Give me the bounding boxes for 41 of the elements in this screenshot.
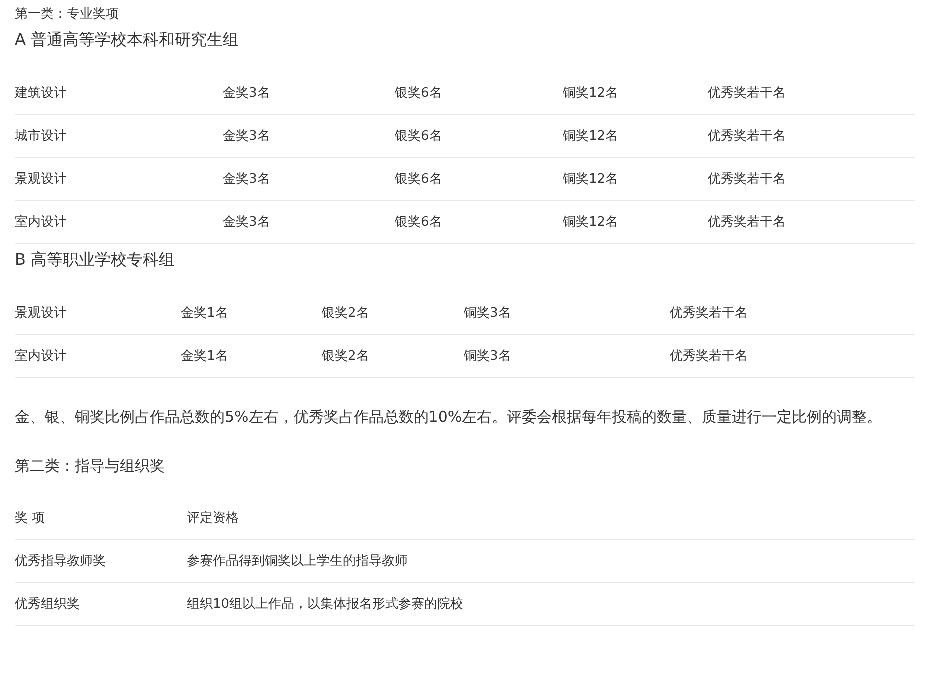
table-cell-text: 优秀奖若干名: [670, 348, 749, 365]
table-cell-text: 建筑设计: [15, 85, 68, 102]
table-cell-text: 银奖6名: [395, 85, 444, 102]
table-cell-text: 铜奖12名: [563, 171, 620, 188]
section-title: 第二类：指导与组织奖: [15, 456, 166, 477]
group-title: A 普通高等学校本科和研究生组: [15, 29, 240, 51]
note-paragraph: 金、银、铜奖比例占作品总数的5%左右，优秀奖占作品总数的10%左右。评委会根据每年投稿的数量、质量进行一定比例的调整。: [15, 407, 884, 428]
table-cell-text: 银奖6名: [395, 214, 444, 231]
table-cell-text: 景观设计: [15, 305, 68, 322]
table-cell-text: 优秀指导教师奖: [15, 553, 107, 570]
table-cell-text: 组织10组以上作品，以集体报名形式参赛的院校: [187, 596, 465, 613]
table-cell-text: 金奖3名: [223, 128, 272, 145]
section-title: 第一类：专业奖项: [15, 6, 120, 24]
table-cell-text: 金奖3名: [223, 214, 272, 231]
table-cell-text: 城市设计: [15, 128, 68, 145]
table-cell-text: 铜奖12名: [563, 85, 620, 102]
table-cell-text: 参赛作品得到铜奖以上学生的指导教师: [187, 553, 409, 570]
table-cell-text: 铜奖3名: [464, 348, 512, 365]
table-cell-text: 金奖3名: [223, 171, 272, 188]
table-cell-text: 室内设计: [15, 214, 68, 231]
column-header: 评定资格: [187, 510, 240, 527]
table-cell-text: 景观设计: [15, 171, 68, 188]
group-title: B 高等职业学校专科组: [15, 249, 176, 271]
table-cell-text: 优秀奖若干名: [708, 171, 787, 188]
table-cell-text: 铜奖12名: [563, 128, 620, 145]
table-cell-text: 优秀奖若干名: [670, 305, 749, 322]
table-cell-text: 室内设计: [15, 348, 68, 365]
table-cell-text: 金奖3名: [223, 85, 272, 102]
table-cell-text: 银奖2名: [322, 305, 370, 322]
table-cell-text: 银奖6名: [395, 171, 444, 188]
table-cell-text: 优秀奖若干名: [708, 85, 787, 102]
column-header: 奖 项: [15, 510, 46, 527]
table-cell-text: 优秀奖若干名: [708, 214, 787, 231]
table-cell-text: 金奖1名: [181, 305, 230, 322]
table-cell-text: 银奖6名: [395, 128, 444, 145]
table-cell-text: 优秀奖若干名: [708, 128, 787, 145]
table-cell-text: 金奖1名: [181, 348, 230, 365]
table-cell-text: 银奖2名: [322, 348, 370, 365]
table-cell-text: 铜奖12名: [563, 214, 620, 231]
table-cell-text: 优秀组织奖: [15, 596, 81, 613]
table-cell-text: 铜奖3名: [464, 305, 512, 322]
